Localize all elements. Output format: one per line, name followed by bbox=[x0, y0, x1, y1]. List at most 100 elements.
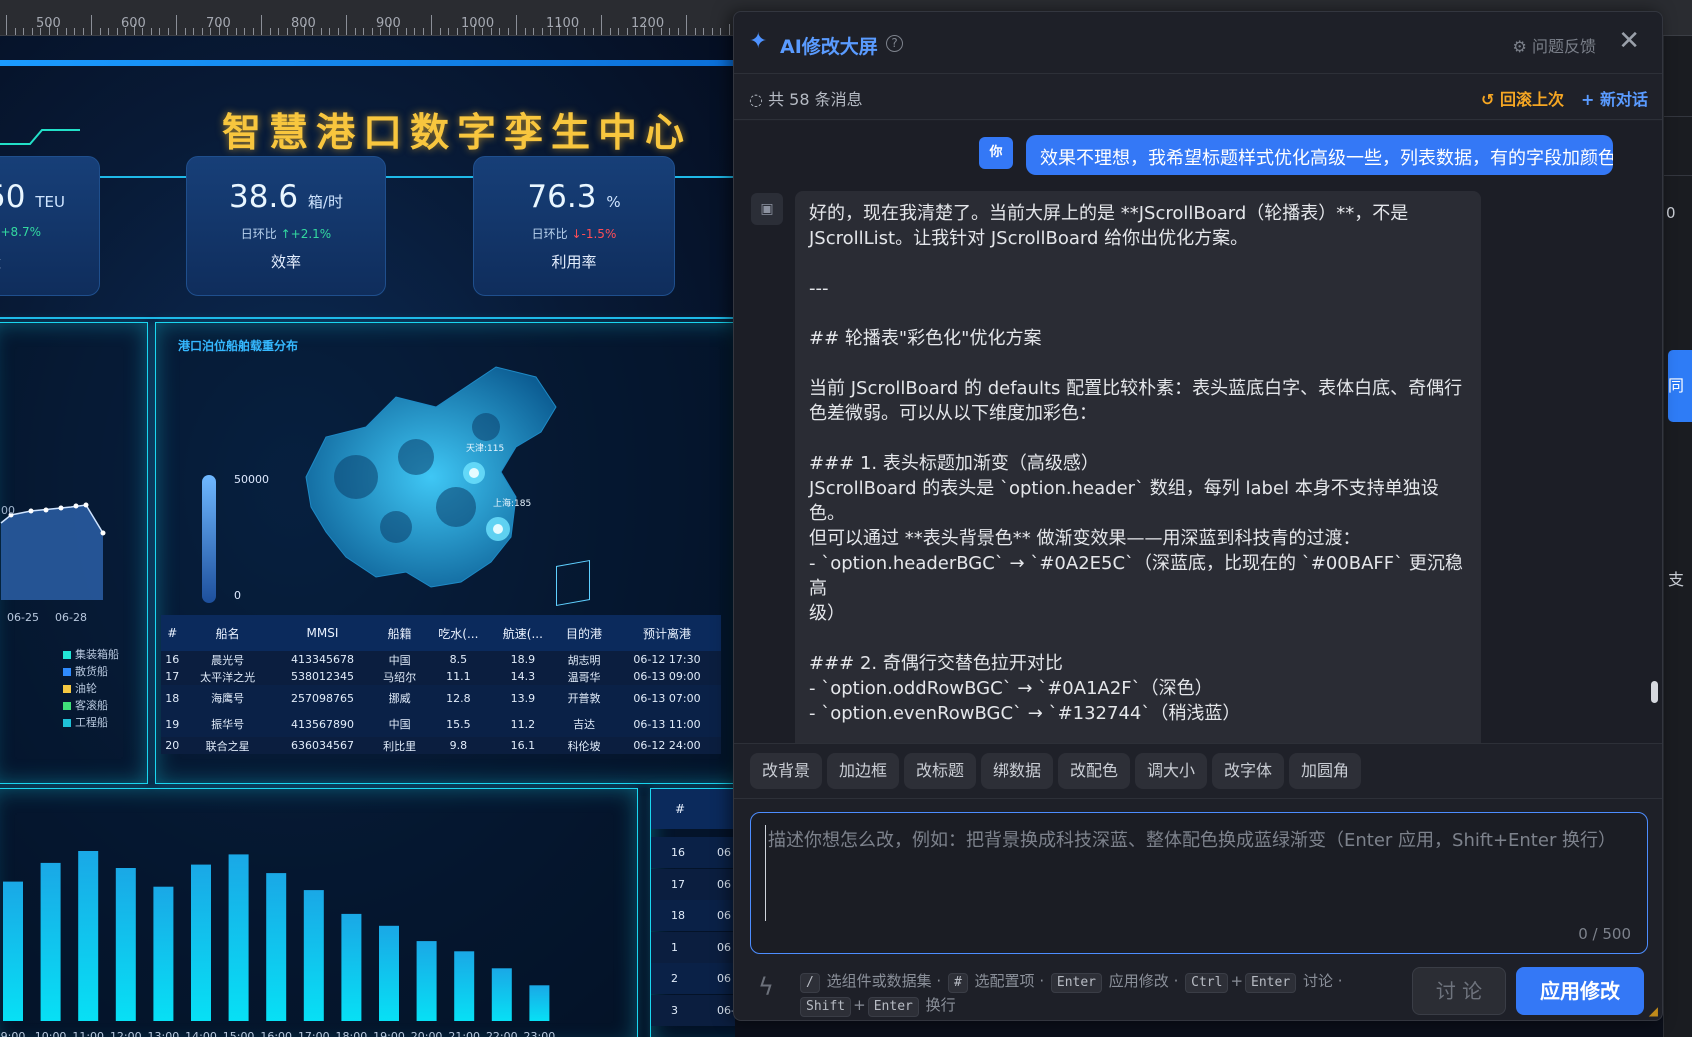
message-line: 好的，现在我清楚了。当前大屏上的是 **JScrollBoard（轮播表）**，… bbox=[809, 203, 1409, 224]
hint-plus: + bbox=[1230, 972, 1244, 990]
table-row[interactable]: 18 海鹰号 257098765 挪威 12.8 13.9 开普敦 06-13 07:00 bbox=[161, 685, 721, 711]
ship-table[interactable]: # 船名 MMSI 船籍 吃水(... 航速(... 目的港 预计离港 16 晨光号 413345… bbox=[161, 615, 721, 754]
table-row[interactable]: 17 太平洋之光 538012345 马绍尔 11.1 14.3 温哥华 06-13 09:0… bbox=[161, 668, 721, 685]
map-scale-bar bbox=[202, 475, 216, 603]
rollback-button[interactable]: ↺ 回滚上次 bbox=[1481, 86, 1564, 110]
side-table-row[interactable]: 18 06 bbox=[651, 900, 735, 931]
table-header-cell[interactable]: 船名 bbox=[183, 615, 272, 651]
lightning-icon[interactable]: ϟ bbox=[758, 973, 774, 1001]
message-line: - `option.evenRowBGC` → `#132744`（稍浅蓝） bbox=[809, 703, 1241, 724]
bar[interactable] bbox=[228, 854, 249, 1021]
side-table-row[interactable]: 1 06 bbox=[651, 931, 735, 963]
table-header-cell[interactable]: 航速(... bbox=[490, 615, 556, 651]
help-icon[interactable]: ? bbox=[886, 35, 903, 52]
bar[interactable] bbox=[78, 851, 99, 1021]
map-panel[interactable]: 港口泊位船舶载重分布 50000 0 天津:115 上海:185 # 船名 MMSI… bbox=[155, 322, 735, 784]
feedback-link[interactable]: ⚙ 问题反馈 bbox=[1513, 33, 1596, 57]
ruler-tick bbox=[278, 28, 279, 35]
bar[interactable] bbox=[454, 951, 475, 1021]
table-row[interactable]: 20 联合之星 636034567 利比里 9.8 16.1 科伦坡 06-12 24:00 bbox=[161, 737, 721, 754]
table-row[interactable]: 19 振华号 413567890 中国 15.5 11.2 吉达 06-13 11:00 bbox=[161, 711, 721, 737]
message-line: - `option.headerBGC` → `#0A2E5C`（深蓝底，比现在… bbox=[809, 553, 1463, 599]
x-tick-label: 15:00 bbox=[223, 1030, 255, 1037]
table-header-cell[interactable]: MMSI bbox=[271, 615, 374, 651]
legend-item[interactable]: 集装箱船 bbox=[63, 646, 119, 662]
kpi-unit: TEU bbox=[35, 193, 65, 211]
legend-item[interactable]: 客滚船 bbox=[63, 697, 108, 713]
legend-label: 集装箱船 bbox=[75, 648, 119, 661]
table-cell: 吉达 bbox=[555, 711, 613, 737]
bot-avatar-icon: ▣ bbox=[751, 193, 783, 225]
message-line: ### 1. 表头标题加渐变（高级感） bbox=[809, 453, 1099, 474]
ruler-tick bbox=[507, 28, 509, 35]
quick-action-chip[interactable]: 改字体 bbox=[1212, 753, 1285, 789]
bar[interactable] bbox=[303, 890, 324, 1021]
bar[interactable] bbox=[115, 868, 136, 1021]
table-cell: 18.9 bbox=[490, 651, 556, 668]
message-line: JScrollBoard 的表头是 `option.header` 数组，每列 … bbox=[809, 478, 1439, 524]
table-cell: 太平洋之光 bbox=[183, 668, 272, 685]
bar[interactable] bbox=[3, 881, 23, 1021]
quick-action-chip[interactable]: 加圆角 bbox=[1289, 753, 1362, 789]
edge-value: 0 bbox=[1666, 204, 1676, 222]
bar[interactable] bbox=[153, 886, 174, 1021]
table-cell: 06-13 07:00 bbox=[613, 685, 721, 711]
side-table-index: 17 bbox=[671, 877, 685, 891]
prompt-input[interactable] bbox=[765, 825, 1631, 921]
table-header-cell[interactable]: # bbox=[161, 615, 184, 651]
kpi-card-efficiency[interactable]: 38.6 箱/时 日环比 ↑+2.1% 效率 bbox=[186, 156, 386, 296]
bar[interactable] bbox=[416, 941, 437, 1021]
quick-action-chip[interactable]: 绑数据 bbox=[981, 753, 1054, 789]
left-chart-panel[interactable]: 00 06-25 06-28 集装箱船 散货船 油轮 客滚船 工程船 bbox=[0, 322, 148, 784]
quick-action-chip[interactable]: 调大小 bbox=[1135, 753, 1208, 789]
legend-item[interactable]: 油轮 bbox=[63, 680, 97, 696]
ai-assistant-panel: ✦ AI修改大屏 ? ⚙ 问题反馈 ✕ ◌ 共 58 条消息 ↺ 回滚上次 + … bbox=[733, 11, 1663, 1021]
table-row[interactable]: 16 晨光号 413345678 中国 8.5 18.9 胡志明 06-12 17:30 bbox=[161, 651, 721, 668]
bar[interactable] bbox=[266, 873, 287, 1021]
discuss-button[interactable]: 讨 论 bbox=[1412, 967, 1506, 1015]
message-line: - `option.oddRowBGC` → `#0A1A2F`（深色） bbox=[809, 678, 1213, 699]
bar-chart: 9:00 10:00 11:00 12:00 13:00 14:00 15:00 16:00 1… bbox=[1, 851, 555, 1037]
message-scrollbar[interactable] bbox=[1651, 681, 1658, 703]
table-header-cell[interactable]: 预计离港 bbox=[613, 615, 721, 651]
table-header-cell[interactable]: 船籍 bbox=[373, 615, 427, 651]
table-header-cell[interactable]: 目的港 bbox=[555, 615, 613, 651]
edge-button[interactable]: 同库 bbox=[1668, 350, 1692, 422]
message-list[interactable]: 你 效果不理想，我希望标题样式优化高级一些，列表数据，有的字段加颜色 ▣ 好的，… bbox=[734, 121, 1662, 743]
side-table-panel[interactable]: #160617061806106206306-13 14:30 bbox=[650, 788, 735, 1037]
prompt-input-box[interactable]: 0 / 500 bbox=[750, 812, 1648, 954]
side-table-row[interactable]: 16 06 bbox=[651, 837, 735, 868]
legend-item[interactable]: 工程船 bbox=[63, 714, 108, 730]
ruler-tick bbox=[65, 28, 67, 35]
side-table-row[interactable]: 17 06 bbox=[651, 868, 735, 900]
side-table-row[interactable]: 2 06 bbox=[651, 963, 735, 994]
bar[interactable] bbox=[191, 864, 211, 1021]
bar[interactable] bbox=[341, 913, 362, 1021]
kbd-key: / bbox=[800, 973, 820, 993]
bar[interactable] bbox=[379, 925, 399, 1021]
side-table-index: 1 bbox=[671, 940, 678, 954]
hint-text: 讨论 · bbox=[1302, 972, 1343, 990]
legend-item[interactable]: 散货船 bbox=[63, 663, 108, 679]
quick-action-chip[interactable]: 加边框 bbox=[827, 753, 900, 789]
apply-button[interactable]: 应用修改 bbox=[1516, 967, 1644, 1015]
quick-action-chip[interactable]: 改配色 bbox=[1058, 753, 1131, 789]
kpi-card-throughput[interactable]: 50 TEU ↑+8.7% 量 bbox=[0, 156, 100, 296]
kpi-card-utilization[interactable]: 76.3 % 日环比 ↓-1.5% 利用率 bbox=[473, 156, 675, 296]
resize-handle-icon[interactable]: ◢ bbox=[1649, 1004, 1658, 1018]
new-chat-button[interactable]: + 新对话 bbox=[1581, 86, 1648, 110]
x-tick-label: 22:00 bbox=[486, 1030, 518, 1037]
close-icon[interactable]: ✕ bbox=[1618, 26, 1640, 56]
side-table-row[interactable]: 306-13 14:30 bbox=[651, 994, 735, 1026]
bar-chart-panel[interactable]: 9:00 10:00 11:00 12:00 13:00 14:00 15:00 16:00 1… bbox=[0, 788, 638, 1037]
quick-action-chip[interactable]: 改标题 bbox=[904, 753, 977, 789]
hint-text: 选组件或数据集 · bbox=[826, 972, 942, 990]
quick-action-chip[interactable]: 改背景 bbox=[750, 753, 823, 789]
bar[interactable] bbox=[491, 968, 512, 1021]
table-cell: 联合之星 bbox=[183, 737, 272, 754]
side-table-index: 18 bbox=[671, 909, 685, 922]
bar[interactable] bbox=[529, 985, 550, 1021]
table-header-cell[interactable]: 吃水(... bbox=[426, 615, 491, 651]
bar[interactable] bbox=[40, 862, 61, 1021]
table-cell: 257098765 bbox=[271, 685, 374, 711]
